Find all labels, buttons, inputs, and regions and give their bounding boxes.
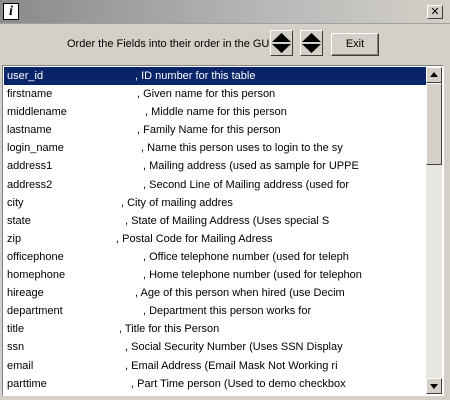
list-item[interactable]: city , City of mailing addres [4, 194, 426, 212]
field-name: homephone [7, 269, 66, 282]
list-item[interactable]: address1 , Mailing address (used as sampl… [4, 157, 426, 175]
arrow-up-down-icon [272, 33, 291, 53]
list-item[interactable]: ssn , Social Security Number (Uses SSN Di… [4, 338, 426, 356]
list-item[interactable]: title , Title for this Person [4, 320, 426, 338]
list-item[interactable]: department , Department this person works… [4, 302, 426, 320]
field-description: , ID number for this table [135, 70, 256, 82]
field-description: , Second Line of Mailing address (used f… [143, 178, 350, 191]
info-icon: i [3, 3, 19, 20]
field-name: state [7, 214, 31, 227]
field-name: address2 [7, 178, 53, 191]
field-description: , Mailing address (used as sample for UP… [143, 160, 359, 173]
field-description: , Title for this Person [119, 323, 220, 336]
scroll-thumb[interactable] [426, 83, 442, 165]
list-item[interactable]: parttime , Part Time person (Used to demo… [4, 375, 426, 393]
field-name: parttime [7, 377, 47, 390]
field-description: , Name this person uses to login to the … [141, 142, 343, 155]
field-name: ssn [7, 341, 25, 354]
field-description: , Office telephone number (used for tele… [143, 250, 349, 263]
field-description: , Gender of this person (Used for Radio … [133, 393, 342, 395]
list-item[interactable]: state , State of Mailing Address (Uses sp… [4, 212, 426, 230]
chevron-down-icon [430, 384, 438, 389]
move-up-button[interactable] [270, 30, 293, 56]
field-list-rows: user_id , ID number for this table firstna… [4, 67, 426, 395]
field-description: , Home telephone number (used for teleph… [143, 269, 362, 282]
field-description: , Department this person works for [143, 305, 312, 318]
scroll-down-button[interactable] [426, 378, 442, 394]
title-bar[interactable]: i ✕ [0, 0, 450, 24]
field-description: , Family Name for this person [137, 124, 281, 137]
field-name: login_name [7, 142, 64, 155]
exit-button[interactable]: Exit [331, 33, 379, 56]
field-description: , State of Mailing Address (Uses special… [125, 214, 330, 227]
list-item[interactable]: address2 , Second Line of Mailing address… [4, 176, 426, 194]
field-description: , Age of this person when hired (use Dec… [135, 287, 345, 300]
field-name: title [7, 323, 25, 336]
field-description: , Part Time person (Used to demo checkbo… [131, 377, 346, 390]
field-description: , Postal Code for Mailing Adress [116, 232, 273, 245]
field-description: , Given name for this person [137, 88, 276, 101]
field-name: address1 [7, 160, 53, 173]
list-item[interactable]: hireage , Age of this person when hired (… [4, 284, 426, 302]
list-item[interactable]: login_name , Name this person uses to log… [4, 139, 426, 157]
list-item[interactable]: firstname , Given name for this person [4, 85, 426, 103]
scroll-up-button[interactable] [426, 67, 442, 83]
field-name: officephone [7, 250, 64, 263]
instruction-label: Order the Fields into their order in the… [67, 38, 273, 50]
field-description: , City of mailing addres [121, 196, 233, 209]
field-name: middlename [7, 106, 67, 119]
list-item[interactable]: homephone , Home telephone number (used f… [4, 266, 426, 284]
chevron-up-icon [430, 72, 438, 77]
list-item[interactable]: middlename , Middle name for this person [4, 103, 426, 121]
field-name: department [7, 305, 63, 318]
field-name: zip [7, 232, 22, 245]
close-button[interactable]: ✕ [427, 5, 443, 19]
list-item[interactable]: email , Email Address (Email Mask Not Wor… [4, 357, 426, 375]
vertical-scrollbar[interactable] [426, 67, 442, 394]
field-name: gender [7, 393, 41, 395]
field-name: city [7, 196, 24, 209]
field-name: email [7, 359, 34, 372]
field-list[interactable]: user_id , ID number for this table firstna… [2, 65, 444, 396]
list-item[interactable]: lastname , Family Name for this person [4, 121, 426, 139]
list-item[interactable]: user_id , ID number for this table [4, 67, 426, 86]
field-name: firstname [7, 88, 53, 101]
list-item[interactable]: officephone , Office telephone number (us… [4, 248, 426, 266]
arrow-up-down-icon [302, 33, 321, 53]
move-down-button[interactable] [300, 30, 323, 56]
field-description: , Middle name for this person [145, 106, 287, 119]
field-name: user_id [7, 70, 44, 82]
field-description: , Email Address (Email Mask Not Working … [125, 359, 338, 372]
field-description: , Social Security Number (Uses SSN Displ… [125, 341, 343, 354]
field-name: hireage [7, 287, 44, 300]
list-item[interactable]: zip , Postal Code for Mailing Adress [4, 230, 426, 248]
field-name: lastname [7, 124, 52, 137]
list-item[interactable]: gender , Gender of this person (Used for … [4, 393, 426, 395]
